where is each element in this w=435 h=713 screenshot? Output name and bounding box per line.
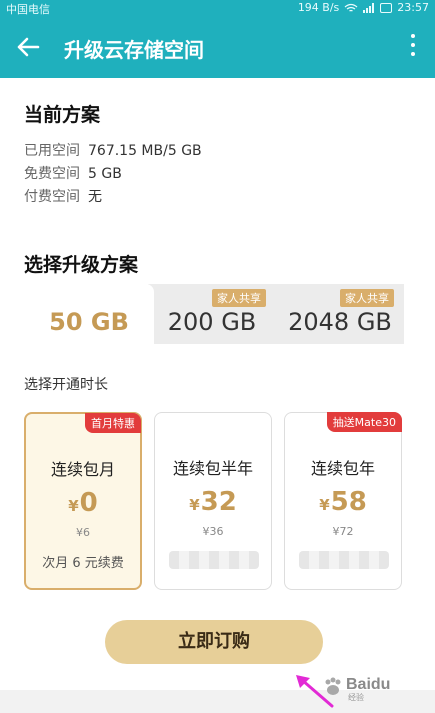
page-title: 升级云存储空间	[64, 38, 204, 62]
currency-symbol: ¥	[319, 496, 330, 514]
original-price: ¥6	[76, 526, 90, 539]
option-price: ¥32	[155, 487, 271, 517]
carrier-name: 中国电信	[6, 3, 50, 16]
duration-card: 选择开通时长 首月特惠 连续包月 ¥0 ¥6 次月 6 元续费 连续包半年 ¥3…	[0, 344, 435, 690]
option-yearly[interactable]: 抽送Mate30 连续包年 ¥58 ¥72	[284, 412, 402, 590]
upgrade-title: 选择升级方案	[24, 254, 139, 276]
baidu-watermark: Baidu 经验	[322, 670, 430, 704]
plan-row-paid: 付费空间无	[24, 186, 102, 206]
option-monthly[interactable]: 首月特惠 连续包月 ¥0 ¥6 次月 6 元续费	[24, 412, 142, 590]
option-name: 连续包月	[50, 460, 115, 479]
wifi-icon	[344, 3, 358, 12]
tab-label: 200 GB	[167, 308, 257, 336]
current-plan-title: 当前方案	[24, 104, 101, 126]
family-share-tag: 家人共享	[212, 289, 266, 307]
app-bar: 升级云存储空间	[0, 16, 435, 78]
more-vertical-icon[interactable]	[409, 34, 417, 60]
currency-symbol: ¥	[189, 496, 200, 514]
option-name: 连续包半年	[172, 459, 253, 478]
arrow-left-icon[interactable]	[14, 33, 42, 61]
capacity-tabs: 50 GB 家人共享 200 GB 家人共享 2048 GB	[24, 284, 404, 344]
tab-50gb[interactable]: 50 GB	[24, 284, 154, 344]
tab-2048gb[interactable]: 家人共享 2048 GB	[276, 284, 404, 344]
tab-label: 50 GB	[49, 308, 129, 336]
blurred-note	[169, 551, 259, 569]
plan-row-used: 已用空间 767.15 MB/5 GB	[24, 140, 202, 160]
plan-row-free: 免费空间 5 GB	[24, 163, 122, 183]
renew-note: 次月 6 元续费	[42, 556, 124, 571]
family-share-tag: 家人共享	[340, 289, 394, 307]
watermark-sub: 经验	[348, 693, 364, 702]
plan-row-value: 5 GB	[88, 166, 122, 182]
original-price: ¥36	[202, 525, 224, 538]
original-price: ¥72	[332, 525, 354, 538]
price-value: 32	[200, 487, 237, 517]
promo-badge: 抽送Mate30	[326, 412, 402, 432]
tab-label: 2048 GB	[288, 308, 392, 336]
tab-200gb[interactable]: 家人共享 200 GB	[148, 284, 276, 344]
status-right: 194 B/s 23:57	[298, 1, 429, 14]
paw-logo-icon	[325, 677, 341, 695]
option-half-year[interactable]: 连续包半年 ¥32 ¥36	[154, 412, 272, 590]
option-price: ¥0	[26, 488, 140, 518]
subscribe-button[interactable]: 立即订购	[105, 620, 323, 664]
plan-row-label: 免费空间	[24, 166, 80, 182]
duration-label: 选择开通时长	[24, 377, 108, 393]
promo-badge: 首月特惠	[85, 413, 141, 433]
option-name: 连续包年	[310, 459, 375, 478]
signal-icon	[363, 2, 375, 13]
battery-icon	[380, 2, 393, 13]
plan-row-label: 已用空间	[24, 143, 80, 159]
clock: 23:57	[397, 1, 429, 14]
price-value: 0	[79, 488, 98, 518]
network-speed: 194 B/s	[297, 1, 340, 14]
option-price: ¥58	[285, 487, 401, 517]
plan-row-label: 付费空间	[24, 189, 80, 205]
plan-row-value: 767.15 MB/5 GB	[88, 143, 202, 159]
status-bar: 中国电信 194 B/s 23:57	[0, 0, 435, 16]
plan-row-value: 无	[88, 189, 102, 205]
price-value: 58	[330, 487, 367, 517]
currency-symbol: ¥	[68, 497, 79, 515]
blurred-note	[299, 551, 389, 569]
